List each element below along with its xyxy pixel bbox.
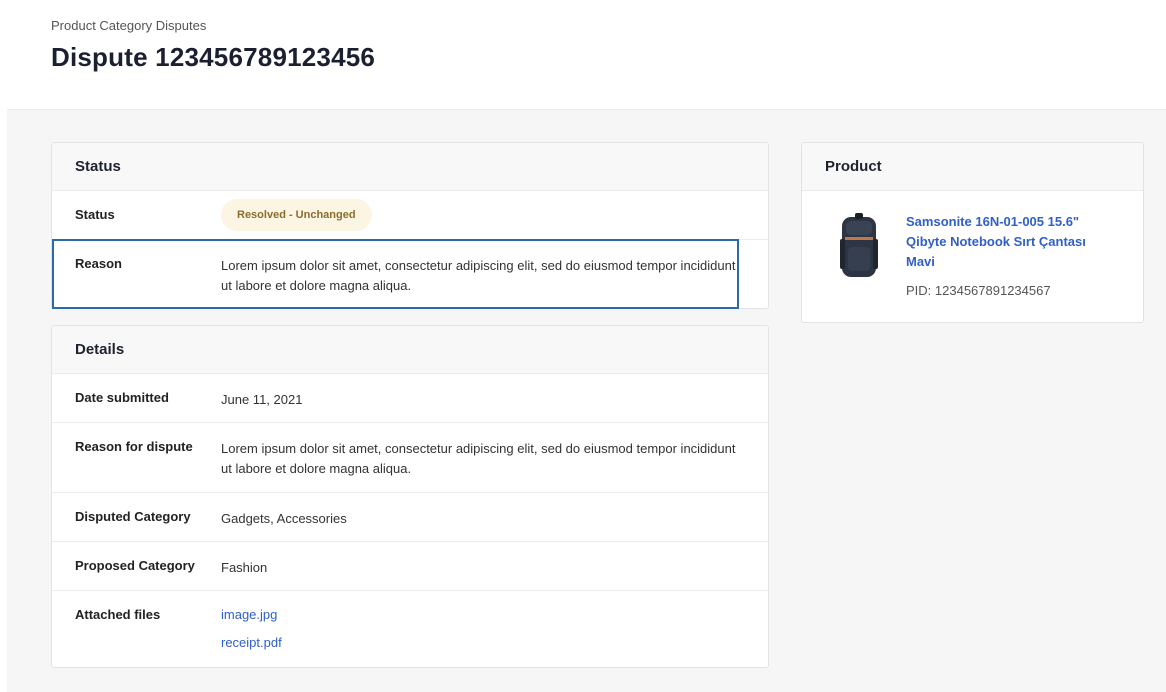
- attached-files-row: Attached files image.jpg receipt.pdf: [52, 591, 768, 667]
- date-submitted-label: Date submitted: [75, 390, 169, 405]
- reason-row: Reason Lorem ipsum dolor sit amet, conse…: [52, 240, 768, 308]
- page-title: Dispute 123456789123456: [51, 42, 376, 72]
- product-card: Product Samsonite 16N-01-005 15.6" Qibyt…: [801, 142, 1144, 323]
- reason-label: Reason: [75, 256, 122, 271]
- disputed-category-row: Disputed Category Gadgets, Accessories: [52, 493, 768, 542]
- disputed-category-value: Gadgets, Accessories: [221, 511, 347, 526]
- attached-files-list: image.jpg receipt.pdf: [221, 601, 741, 657]
- date-submitted-value: June 11, 2021: [221, 392, 303, 407]
- date-submitted-row: Date submitted June 11, 2021: [52, 374, 768, 423]
- product-card-title: Product: [802, 143, 1143, 191]
- product-name-link[interactable]: Samsonite 16N-01-005 15.6" Qibyte Notebo…: [906, 212, 1106, 272]
- reason-for-dispute-label: Reason for dispute: [75, 439, 193, 454]
- status-badge: Resolved - Unchanged: [221, 199, 372, 231]
- status-row: Status Resolved - Unchanged: [52, 191, 768, 240]
- breadcrumb[interactable]: Product Category Disputes: [51, 18, 206, 33]
- status-card: Status Status Resolved - Unchanged Reaso…: [51, 142, 769, 309]
- status-card-title: Status: [52, 143, 768, 191]
- product-body: Samsonite 16N-01-005 15.6" Qibyte Notebo…: [802, 191, 1143, 322]
- details-card-title: Details: [52, 326, 768, 374]
- attached-file-link[interactable]: image.jpg: [221, 601, 741, 629]
- attached-files-label: Attached files: [75, 607, 161, 622]
- reason-for-dispute-value: Lorem ipsum dolor sit amet, consectetur …: [221, 441, 736, 476]
- status-label: Status: [75, 207, 115, 222]
- proposed-category-label: Proposed Category: [75, 558, 195, 573]
- backpack-icon[interactable]: [834, 213, 884, 283]
- details-card: Details Date submitted June 11, 2021 Rea…: [51, 325, 769, 668]
- attached-file-link[interactable]: receipt.pdf: [221, 629, 741, 657]
- product-pid: PID: 1234567891234567: [906, 283, 1051, 298]
- reason-for-dispute-row: Reason for dispute Lorem ipsum dolor sit…: [52, 423, 768, 493]
- proposed-category-value: Fashion: [221, 560, 268, 575]
- reason-value: Lorem ipsum dolor sit amet, consectetur …: [221, 258, 736, 293]
- page-header: Product Category Disputes Dispute 123456…: [0, 0, 1166, 109]
- disputed-category-label: Disputed Category: [75, 509, 191, 524]
- proposed-category-row: Proposed Category Fashion: [52, 542, 768, 591]
